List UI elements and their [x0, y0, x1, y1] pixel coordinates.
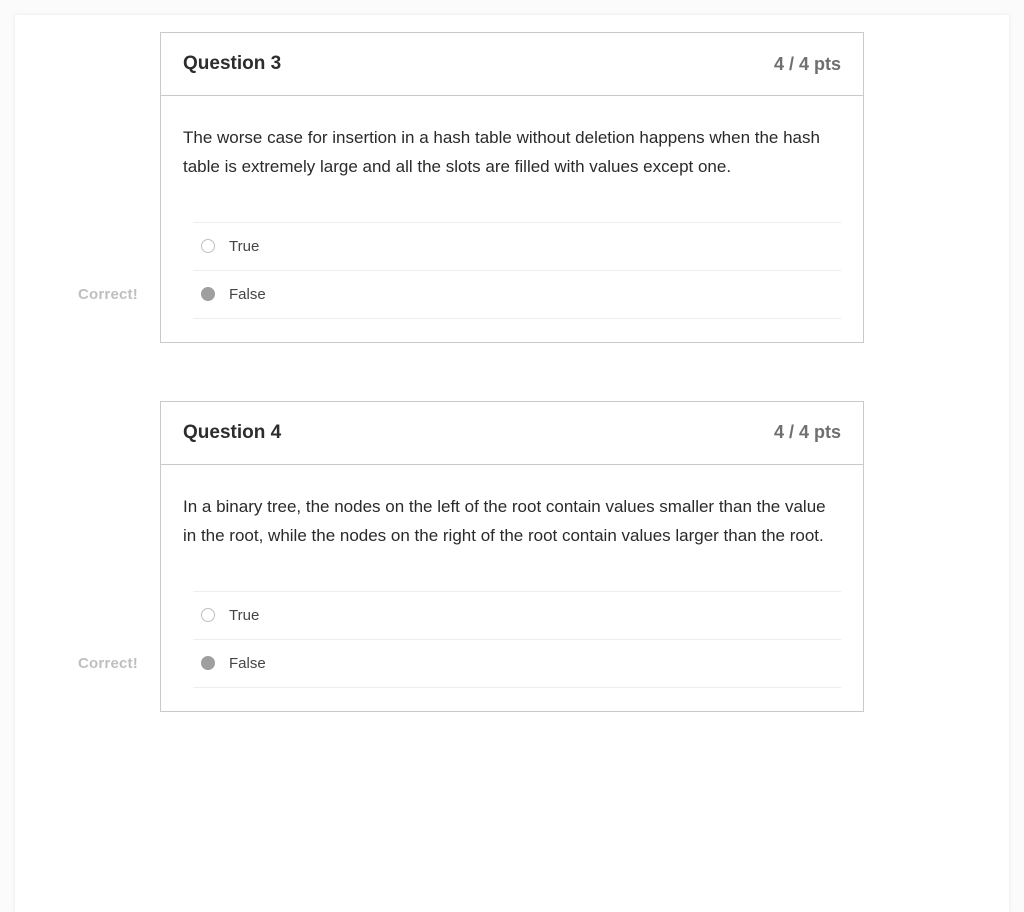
question-points: 4 / 4 pts: [774, 422, 841, 443]
question-header: Question 3 4 / 4 pts: [161, 33, 863, 95]
answer-label: False: [229, 286, 266, 303]
correct-badge: Correct!: [78, 655, 138, 672]
quiz-page: Question 3 4 / 4 pts The worse case for …: [15, 15, 1009, 912]
answer-label: False: [229, 655, 266, 672]
answer-label: True: [229, 607, 259, 624]
question-text: The worse case for insertion in a hash t…: [183, 124, 841, 182]
radio-selected-icon: [201, 287, 215, 301]
correct-badge: Correct!: [78, 286, 138, 303]
question-title: Question 4: [183, 422, 281, 444]
question-block-3: Question 3 4 / 4 pts The worse case for …: [160, 32, 864, 343]
answer-option-false[interactable]: Correct! False: [193, 639, 841, 688]
question-card: Question 4 4 / 4 pts In a binary tree, t…: [160, 401, 864, 712]
radio-unselected-icon: [201, 608, 215, 622]
question-body: The worse case for insertion in a hash t…: [161, 95, 863, 342]
question-body: In a binary tree, the nodes on the left …: [161, 464, 863, 711]
answer-option-false[interactable]: Correct! False: [193, 270, 841, 319]
question-block-4: Question 4 4 / 4 pts In a binary tree, t…: [160, 401, 864, 712]
question-text: In a binary tree, the nodes on the left …: [183, 493, 841, 551]
question-points: 4 / 4 pts: [774, 54, 841, 75]
answer-option-true[interactable]: True: [193, 222, 841, 270]
answer-label: True: [229, 238, 259, 255]
radio-unselected-icon: [201, 239, 215, 253]
answer-option-true[interactable]: True: [193, 591, 841, 639]
question-card: Question 3 4 / 4 pts The worse case for …: [160, 32, 864, 343]
question-header: Question 4 4 / 4 pts: [161, 402, 863, 464]
question-title: Question 3: [183, 53, 281, 75]
radio-selected-icon: [201, 656, 215, 670]
